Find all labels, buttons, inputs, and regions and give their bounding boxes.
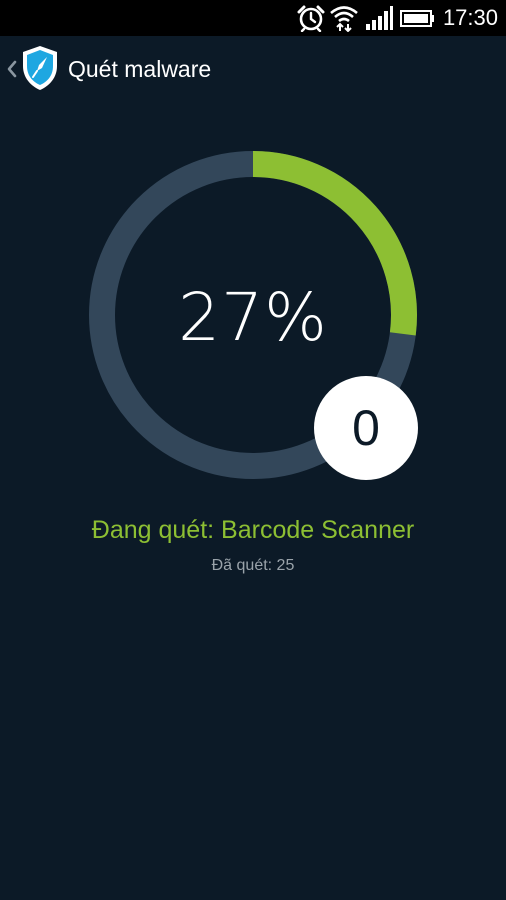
shield-logo-icon[interactable] <box>20 44 60 92</box>
status-bar: 17:30 <box>0 0 506 36</box>
signal-icon <box>366 6 393 30</box>
app-bar: Quét malware <box>0 36 506 102</box>
wifi-icon <box>330 6 358 32</box>
scanning-app-label: Đang quét: Barcode Scanner <box>91 516 415 544</box>
scan-percent: 27% <box>178 279 328 356</box>
alarm-icon <box>297 5 325 32</box>
battery-icon <box>400 10 434 27</box>
scan-progress-ring <box>0 0 506 900</box>
threat-count-badge: 0 <box>314 376 418 480</box>
chevron-left-icon[interactable] <box>4 54 18 84</box>
scanned-count-label: Đã quét: 25 <box>211 557 295 574</box>
threat-count: 0 <box>352 400 380 456</box>
scan-progress-svg <box>89 151 417 479</box>
app-title: Quét malware <box>68 56 212 82</box>
status-time: 17:30 <box>442 5 498 30</box>
